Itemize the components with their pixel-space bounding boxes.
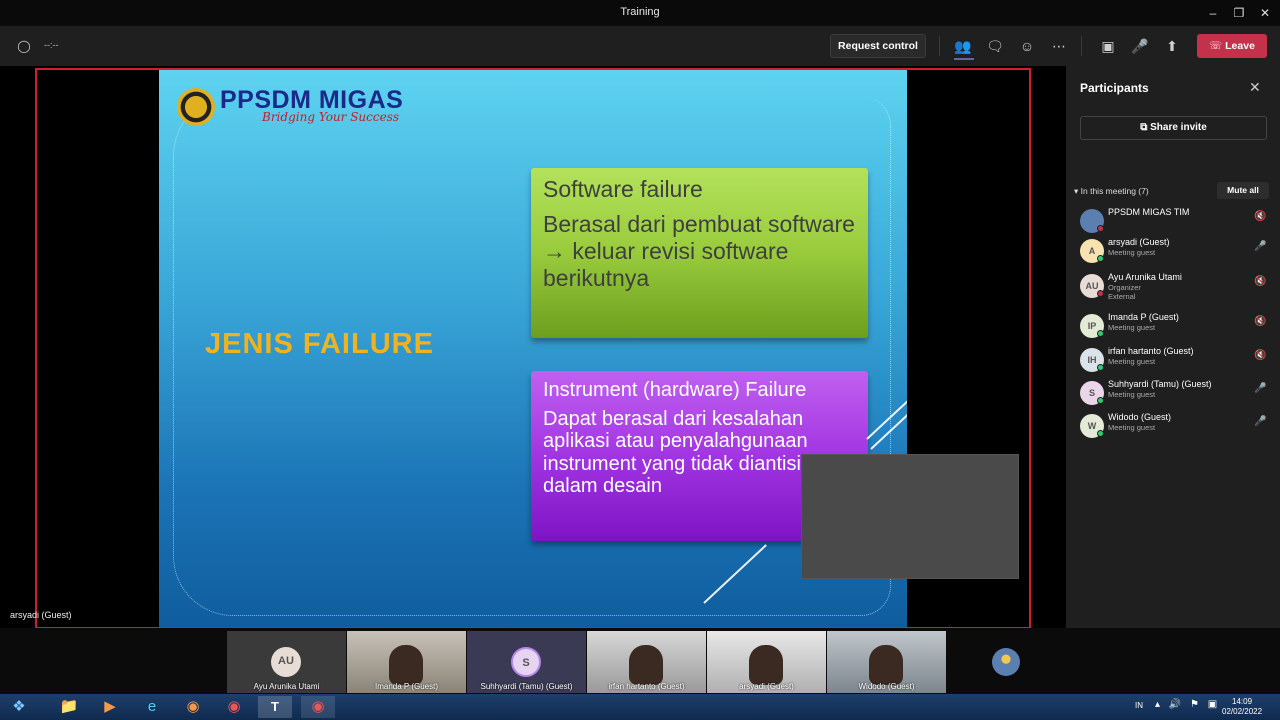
mic-muted-icon: 🔇 xyxy=(1254,350,1267,361)
participant-name: Suhhyardi (Tamu) (Guest) xyxy=(1108,379,1212,389)
participant-row[interactable]: S Suhhyardi (Tamu) (Guest) Meeting guest 🎤 xyxy=(1080,378,1270,408)
share-screen-icon[interactable]: ⬆ xyxy=(1160,34,1184,58)
more-options-icon[interactable]: ⋯ xyxy=(1047,34,1071,58)
tile-avatar: S xyxy=(511,647,541,677)
media-player-icon[interactable]: ▶ xyxy=(93,696,127,718)
presence-status-icon xyxy=(1097,397,1104,404)
participant-name: Imanda P (Guest) xyxy=(1108,312,1179,322)
participant-role: Meeting guest xyxy=(1108,357,1156,366)
request-control-button[interactable]: Request control xyxy=(830,34,926,58)
tile-person-video xyxy=(389,645,423,685)
leave-button[interactable]: ☏ Leave xyxy=(1197,34,1267,58)
mic-muted-icon: 🔇 xyxy=(1254,316,1267,327)
gallery-tile[interactable]: Imanda P (Guest) xyxy=(347,631,466,693)
participant-role: Meeting guest xyxy=(1108,423,1156,432)
participants-icon[interactable]: 👥 xyxy=(951,34,975,58)
participant-row[interactable]: IH irfan hartanto (Guest) Meeting guest 🔇 xyxy=(1080,345,1270,375)
share-invite-button[interactable]: ⧉ Share invite xyxy=(1080,116,1267,140)
gallery-tile[interactable]: arsyadi (Guest) xyxy=(707,631,826,693)
file-explorer-icon[interactable]: 📁 xyxy=(52,696,86,718)
meeting-timer: --:-- xyxy=(44,40,59,50)
tile-person-video xyxy=(869,645,903,685)
teams-icon[interactable]: T xyxy=(258,696,292,718)
presenter-label: arsyadi (Guest) xyxy=(10,610,72,620)
participant-row[interactable]: PPSDM MIGAS TIM 🔇 xyxy=(1080,206,1270,236)
tray-icons[interactable]: ▴ 🔊 ⚑ ▣ xyxy=(1155,699,1220,710)
windows-taskbar: ❖ 📁 ▶ e ◉ ◉ T ◉ IN ▴ 🔊 ⚑ ▣ 14:09 02/02/2… xyxy=(0,694,1280,720)
panel-title: Participants xyxy=(1080,81,1149,95)
tile-person-video xyxy=(749,645,783,685)
start-button-icon[interactable]: ❖ xyxy=(2,696,36,718)
mic-off-icon[interactable]: 🎤 xyxy=(1128,34,1152,58)
active-tab-indicator xyxy=(954,58,974,60)
tile-person-video xyxy=(629,645,663,685)
participants-panel: Participants ✕ ⧉ Share invite ▾ In this … xyxy=(1066,66,1280,694)
mic-icon: 🎤 xyxy=(1254,383,1267,394)
participant-role: Meeting guest xyxy=(1108,248,1156,257)
tile-label: Widodo (Guest) xyxy=(858,682,915,691)
presence-status-icon xyxy=(1097,255,1104,262)
window-title: Training xyxy=(620,6,660,18)
gallery-tile[interactable]: S Suhhyardi (Tamu) (Guest) xyxy=(467,631,586,693)
participant-role: Organizer xyxy=(1108,283,1141,292)
tile-label: arsyadi (Guest) xyxy=(739,682,794,691)
toolbar-divider xyxy=(1081,36,1082,56)
presence-status-icon xyxy=(1097,290,1104,297)
participant-name: Widodo (Guest) xyxy=(1108,412,1172,422)
tile-avatar: AU xyxy=(271,647,301,677)
participant-role: Meeting guest xyxy=(1108,323,1156,332)
in-meeting-header[interactable]: ▾ In this meeting (7) xyxy=(1074,186,1149,197)
chat-icon[interactable]: 🗨 xyxy=(983,34,1007,58)
share-invite-label: Share invite xyxy=(1150,122,1207,133)
ie-browser-icon[interactable]: e xyxy=(135,696,169,718)
in-meeting-label: In this meeting (7) xyxy=(1080,186,1149,196)
presence-status-icon xyxy=(1097,330,1104,337)
presence-status-icon xyxy=(1097,364,1104,371)
clock-date: 02/02/2022 xyxy=(1222,707,1263,716)
participant-role: Meeting guest xyxy=(1108,390,1156,399)
gallery-tile[interactable]: Widodo (Guest) xyxy=(827,631,946,693)
room-avatar[interactable] xyxy=(992,648,1020,676)
chrome-icon[interactable]: ◉ xyxy=(217,696,251,718)
taskbar-clock[interactable]: 14:09 02/02/2022 xyxy=(1222,697,1262,717)
gallery-tile[interactable]: AU Ayu Arunika Utami xyxy=(227,631,346,693)
language-indicator[interactable]: IN xyxy=(1135,701,1143,710)
meeting-toolbar: ◯ --:-- Request control 👥 🗨 ☺ ⋯ ▣ 🎤 ⬆ ☏ … xyxy=(0,26,1280,66)
participant-row[interactable]: W Widodo (Guest) Meeting guest 🎤 xyxy=(1080,411,1270,441)
tile-label: Suhhyardi (Tamu) (Guest) xyxy=(480,682,573,691)
close-window-icon[interactable]: ✕ xyxy=(1254,3,1276,23)
mic-muted-icon: 🔇 xyxy=(1254,211,1267,222)
minimize-icon[interactable]: – xyxy=(1202,3,1224,23)
mic-icon: 🎤 xyxy=(1254,241,1267,252)
presence-status-icon xyxy=(1097,430,1104,437)
close-panel-icon[interactable]: ✕ xyxy=(1249,79,1261,96)
tile-label: irfan hartanto (Guest) xyxy=(608,682,685,691)
clock-time: 14:09 xyxy=(1232,697,1253,706)
participant-row[interactable]: IP Imanda P (Guest) Meeting guest 🔇 xyxy=(1080,311,1270,341)
participant-row[interactable]: Aarsyadi (Guest) Meeting guest 🎤 xyxy=(1080,236,1270,266)
leave-label: Leave xyxy=(1225,40,1255,52)
mic-muted-icon: 🔇 xyxy=(1254,276,1267,287)
title-bar: Training – ❐ ✕ xyxy=(0,0,1280,26)
participant-name: irfan hartanto (Guest) xyxy=(1108,346,1194,356)
toolbar-divider xyxy=(939,36,940,56)
presence-status-icon xyxy=(1097,225,1104,232)
participant-role-extra: External xyxy=(1108,292,1136,301)
participant-row[interactable]: AU Ayu Arunika Utami Organizer External 🔇 xyxy=(1080,271,1270,301)
firefox-icon[interactable]: ◉ xyxy=(176,696,210,718)
participant-name: Ayu Arunika Utami xyxy=(1108,272,1182,282)
chrome-window-icon[interactable]: ◉ xyxy=(301,696,335,718)
camera-off-icon[interactable]: ▣ xyxy=(1096,34,1120,58)
reactions-icon[interactable]: ☺ xyxy=(1015,34,1039,58)
self-video-preview[interactable] xyxy=(801,454,1019,579)
participant-name: PPSDM MIGAS TIM xyxy=(1108,207,1190,217)
participant-name: arsyadi (Guest) xyxy=(1108,237,1170,247)
tile-label: Ayu Arunika Utami xyxy=(253,682,320,691)
gallery-tile[interactable]: irfan hartanto (Guest) xyxy=(587,631,706,693)
shield-icon[interactable]: ◯ xyxy=(12,34,36,58)
mute-all-button[interactable]: Mute all xyxy=(1217,182,1269,199)
mic-icon: 🎤 xyxy=(1254,416,1267,427)
tile-label: Imanda P (Guest) xyxy=(375,682,438,691)
restore-icon[interactable]: ❐ xyxy=(1228,3,1250,23)
